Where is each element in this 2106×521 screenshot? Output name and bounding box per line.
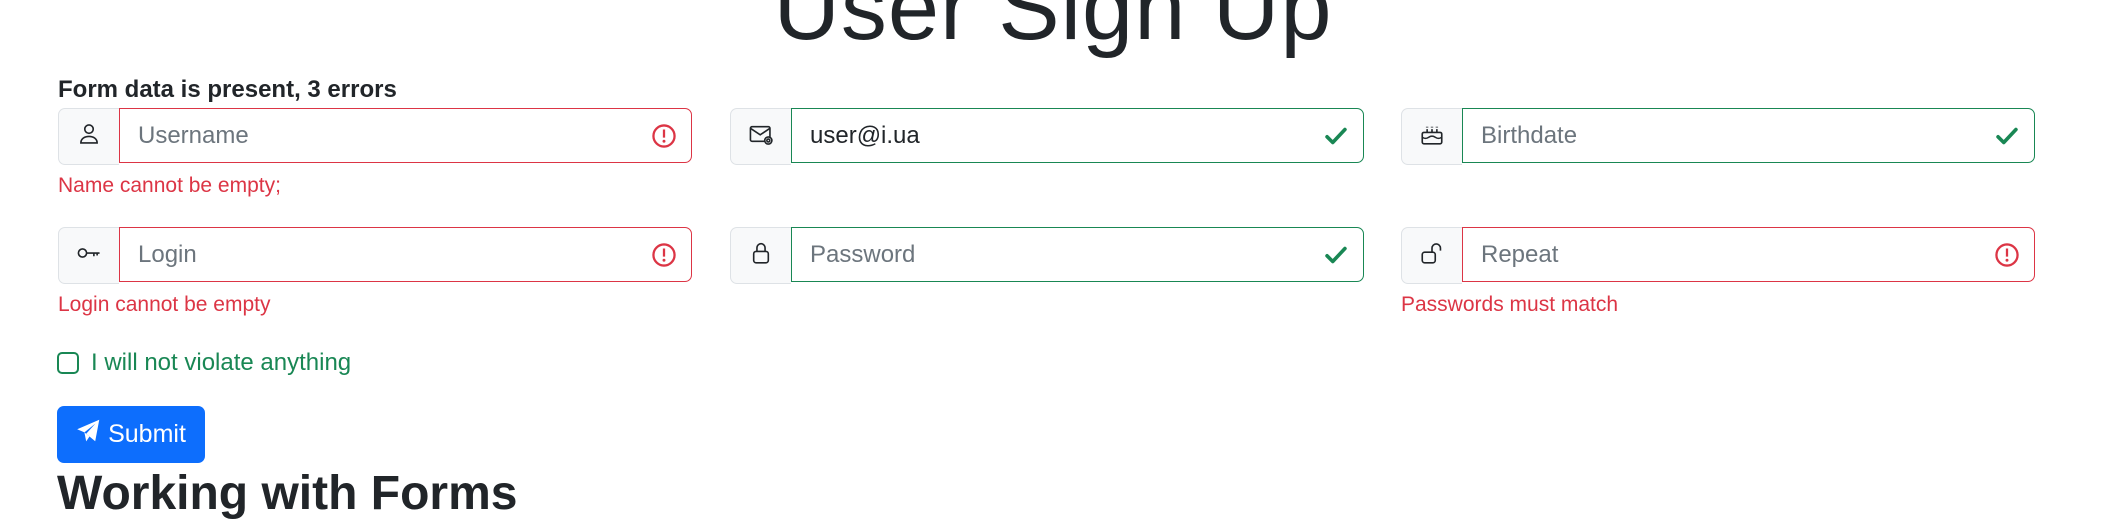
person-icon — [76, 121, 102, 152]
email-addon — [730, 108, 791, 165]
invalid-icon — [1994, 242, 2020, 268]
signup-page: User Sign Up Form data is present, 3 err… — [0, 0, 2106, 521]
valid-check-icon — [1994, 123, 2020, 149]
invalid-icon — [651, 242, 677, 268]
password-input[interactable]: Password — [791, 227, 1364, 282]
repeat-field-group: Repeat — [1401, 227, 2035, 284]
repeat-input[interactable]: Repeat — [1462, 227, 2035, 282]
repeat-addon — [1401, 227, 1462, 284]
birthdate-input[interactable]: Birthdate — [1462, 108, 2035, 163]
email-input[interactable]: user@i.ua — [791, 108, 1364, 163]
login-field-group: Login — [58, 227, 692, 284]
username-error: Name cannot be empty; — [58, 174, 281, 197]
agreement-row: I will not violate anything — [57, 349, 351, 377]
login-addon — [58, 227, 119, 284]
cake-icon — [1419, 121, 1445, 152]
valid-check-icon — [1323, 123, 1349, 149]
username-input[interactable]: Username — [119, 108, 692, 163]
username-addon — [58, 108, 119, 165]
login-input[interactable]: Login — [119, 227, 692, 282]
envelope-at-icon — [748, 121, 774, 152]
username-placeholder: Username — [138, 121, 249, 149]
agreement-checkbox[interactable] — [57, 352, 79, 374]
login-placeholder: Login — [138, 240, 197, 268]
password-field-group: Password — [730, 227, 1364, 284]
form-status-text: Form data is present, 3 errors — [58, 76, 397, 103]
valid-check-icon — [1323, 242, 1349, 268]
lock-icon — [748, 240, 774, 271]
agreement-label[interactable]: I will not violate anything — [91, 349, 351, 377]
repeat-placeholder: Repeat — [1481, 240, 1559, 268]
submit-button[interactable]: Submit — [57, 406, 205, 463]
birthdate-addon — [1401, 108, 1462, 165]
birthdate-field-group: Birthdate — [1401, 108, 2035, 165]
repeat-error: Passwords must match — [1401, 293, 1619, 316]
password-placeholder: Password — [810, 240, 916, 268]
key-icon — [76, 240, 102, 271]
username-field-group: Username — [58, 108, 692, 165]
password-addon — [730, 227, 791, 284]
birthdate-placeholder: Birthdate — [1481, 121, 1578, 149]
submit-label: Submit — [108, 420, 186, 448]
email-value: user@i.ua — [810, 121, 920, 149]
send-icon — [76, 419, 108, 450]
section-heading: Working with Forms — [57, 467, 518, 520]
page-title: User Sign Up — [773, 0, 1333, 59]
email-field-group: user@i.ua — [730, 108, 1364, 165]
login-error: Login cannot be empty — [58, 293, 271, 316]
unlock-icon — [1419, 240, 1445, 271]
invalid-icon — [651, 123, 677, 149]
